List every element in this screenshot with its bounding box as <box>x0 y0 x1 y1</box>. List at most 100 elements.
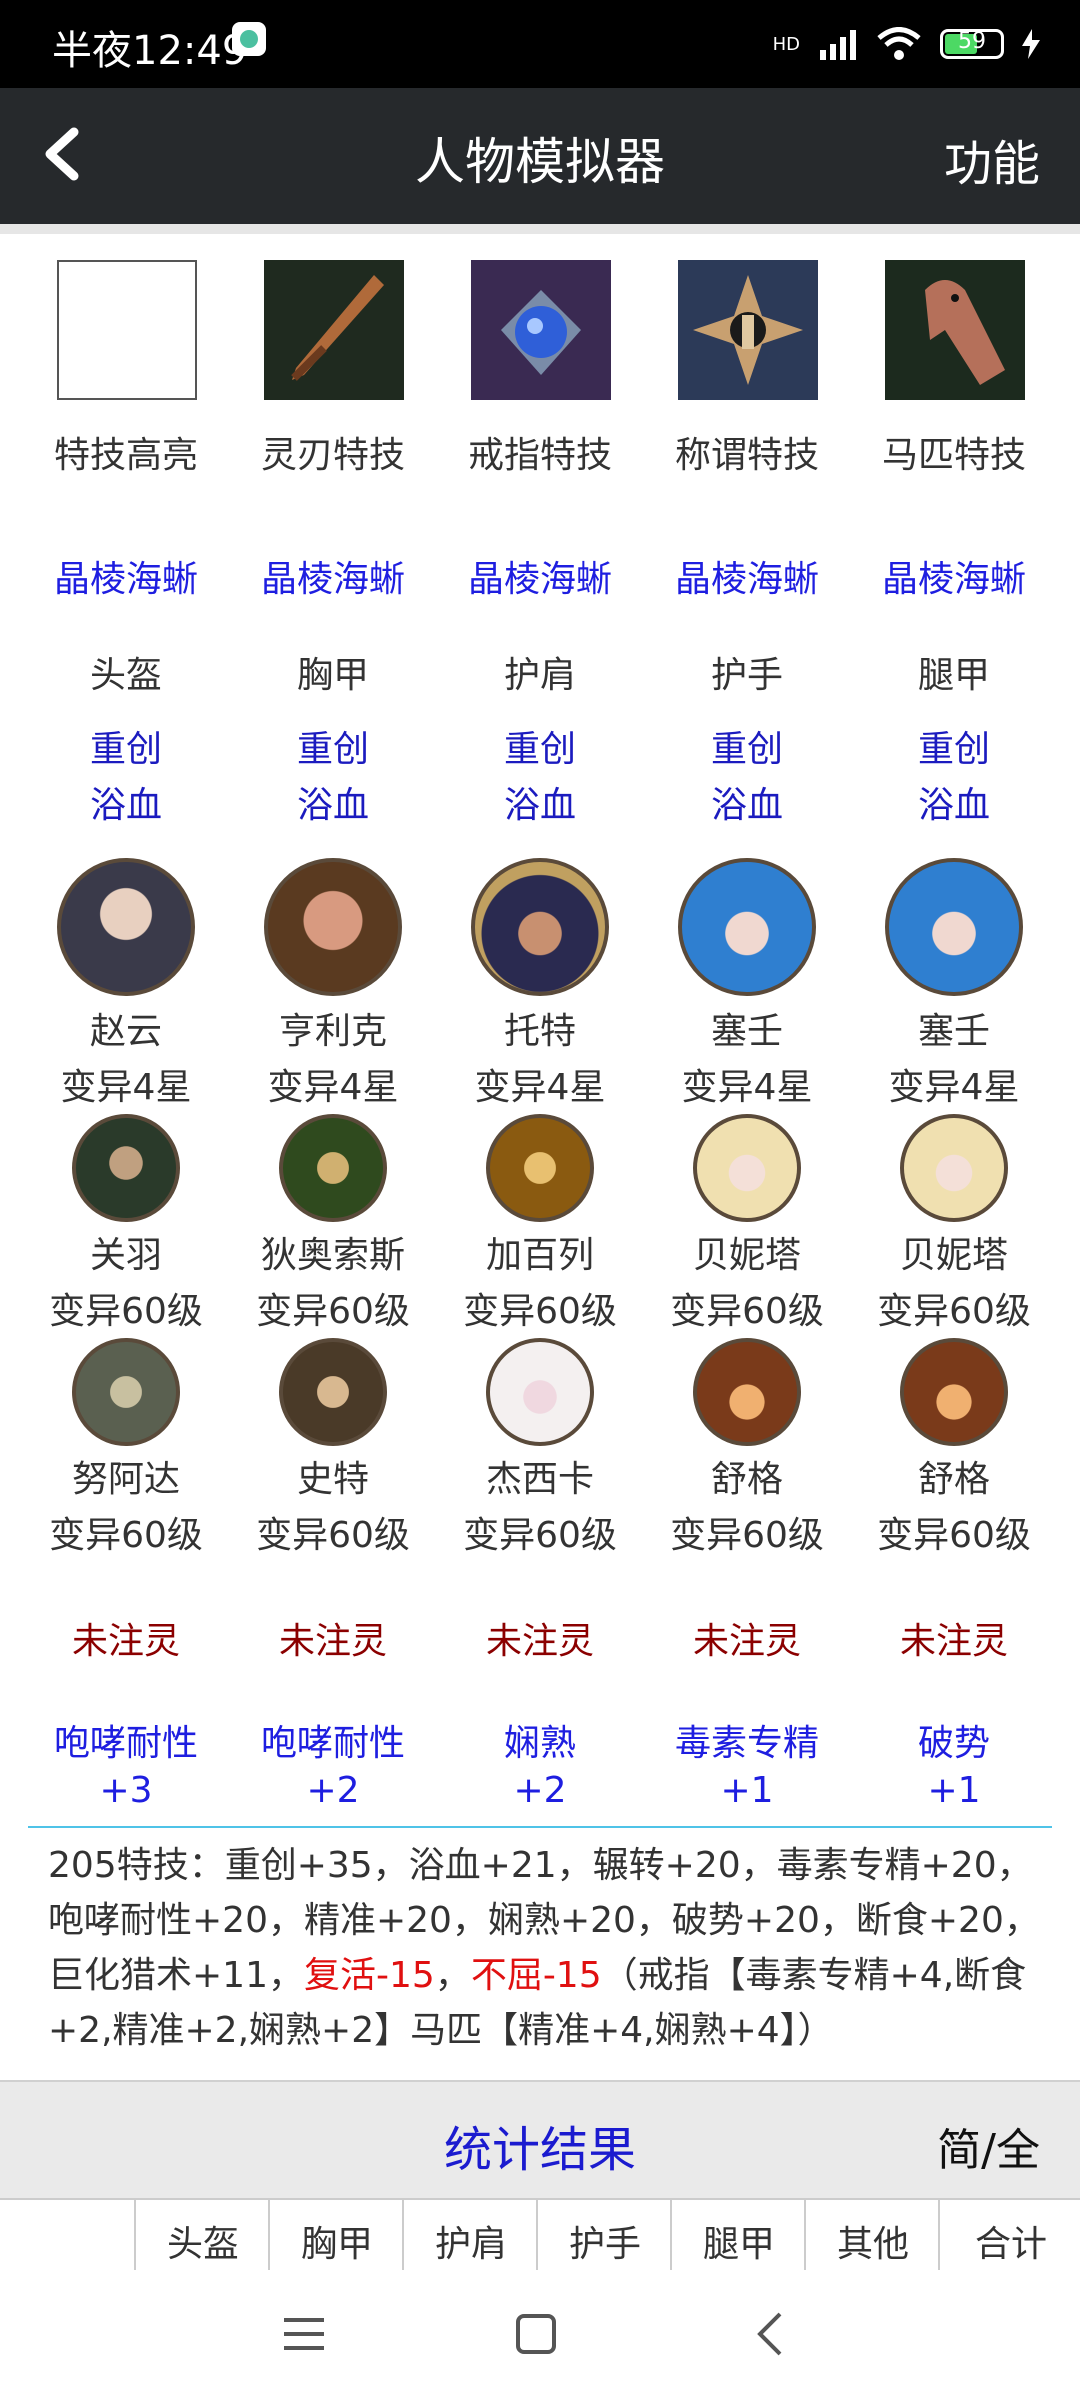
stats-title: 统计结果 <box>443 2122 636 2178</box>
back-icon[interactable] <box>752 2310 788 2358</box>
bonus-skill-name[interactable]: 咆哮耐性 <box>233 1714 433 1766</box>
hero-level: 变异60级 <box>463 1291 617 1332</box>
spirit-status[interactable]: 未注灵 <box>26 1612 226 1664</box>
hero-level: 变异60级 <box>463 1515 617 1556</box>
hero-name: 狄奥索斯 <box>260 1235 405 1276</box>
hero-avatar[interactable] <box>486 1114 594 1222</box>
bonus-skill-name[interactable]: 毒素专精 <box>647 1714 847 1766</box>
armor-skill-link[interactable]: 重创 <box>647 720 847 772</box>
hero-name: 加百列 <box>485 1235 594 1276</box>
armor-skill-link[interactable]: 浴血 <box>440 776 640 828</box>
app-notification-icon <box>232 22 266 56</box>
hero-name: 贝妮塔 <box>692 1235 801 1276</box>
hero-avatar[interactable] <box>72 1338 180 1446</box>
hero-level: 变异60级 <box>256 1291 410 1332</box>
function-menu-button[interactable]: 功能 <box>944 124 1040 194</box>
hero-name: 贝妮塔 <box>899 1235 1008 1276</box>
blade-icon[interactable] <box>264 260 404 400</box>
bonus-skill-name[interactable]: 娴熟 <box>440 1714 640 1766</box>
hero-name: 塞壬 <box>917 1011 990 1052</box>
bonus-value[interactable]: +1 <box>647 1770 847 1811</box>
armor-skill-link[interactable]: 浴血 <box>854 776 1054 828</box>
armor-skill-link[interactable]: 重创 <box>26 720 226 772</box>
hero-avatar[interactable] <box>279 1338 387 1446</box>
stats-table-header: 头盔 胸甲 护肩 护手 腿甲 其他 合计 <box>0 2198 1080 2272</box>
hero-level: 变异4星 <box>267 1067 399 1108</box>
home-icon[interactable] <box>514 2312 558 2356</box>
wifi-icon <box>877 27 921 60</box>
blank-slot[interactable] <box>57 260 197 400</box>
skill-label: 称谓特技 <box>674 435 819 476</box>
hero-level: 变异4星 <box>888 1067 1020 1108</box>
table-header-cell: 合计 <box>938 2200 1080 2272</box>
bonus-value[interactable]: +1 <box>854 1770 1054 1811</box>
hero-avatar[interactable] <box>264 858 402 996</box>
hero-name: 亨利克 <box>278 1011 387 1052</box>
hero-name: 赵云 <box>89 1011 162 1052</box>
charging-icon <box>1022 29 1040 59</box>
divider <box>0 224 1080 234</box>
hero-level: 变异4星 <box>474 1067 606 1108</box>
hero-avatar[interactable] <box>900 1114 1008 1222</box>
hero-avatar[interactable] <box>72 1114 180 1222</box>
hero-avatar[interactable] <box>471 858 609 996</box>
armor-skill-link[interactable]: 浴血 <box>233 776 433 828</box>
hero-level: 变异60级 <box>877 1515 1031 1556</box>
simple-full-toggle[interactable]: 简/全 <box>937 2114 1040 2178</box>
skill-label: 戒指特技 <box>467 435 612 476</box>
spirit-status[interactable]: 未注灵 <box>440 1612 640 1664</box>
bonus-skill-name[interactable]: 破势 <box>854 1714 1054 1766</box>
hero-avatar[interactable] <box>693 1338 801 1446</box>
hero-level: 变异4星 <box>60 1067 192 1108</box>
summary-separator: ， <box>434 1955 471 1996</box>
hero-avatar[interactable] <box>693 1114 801 1222</box>
bonus-value[interactable]: +3 <box>26 1770 226 1811</box>
title-bar: 人物模拟器 功能 <box>0 88 1080 224</box>
skill-name-link[interactable]: 晶棱海蜥 <box>233 550 433 602</box>
horse-icon[interactable] <box>885 260 1025 400</box>
armor-skill-link[interactable]: 重创 <box>233 720 433 772</box>
hero-avatar[interactable] <box>279 1114 387 1222</box>
title-emblem-icon[interactable] <box>678 260 818 400</box>
armor-slot-label: 头盔 <box>89 655 162 696</box>
skill-label: 马匹特技 <box>881 435 1026 476</box>
skill-name-link[interactable]: 晶棱海蜥 <box>647 550 847 602</box>
summary-penalty: 复活-15 <box>303 1955 435 1996</box>
system-nav-bar <box>0 2270 1080 2400</box>
hero-name: 舒格 <box>710 1459 783 1500</box>
spirit-status[interactable]: 未注灵 <box>647 1612 847 1664</box>
skill-label: 灵刃特技 <box>260 435 405 476</box>
menu-icon[interactable] <box>282 2314 326 2354</box>
bonus-value[interactable]: +2 <box>233 1770 433 1811</box>
armor-skill-link[interactable]: 重创 <box>854 720 1054 772</box>
skill-summary: 205特技：重创+35，浴血+21，辗转+20，毒素专精+20，咆哮耐性+20，… <box>48 1838 1048 2058</box>
hero-avatar[interactable] <box>486 1338 594 1446</box>
bonus-skill-name[interactable]: 咆哮耐性 <box>26 1714 226 1766</box>
table-header-cell: 头盔 <box>134 2200 270 2272</box>
hero-level: 变异4星 <box>681 1067 813 1108</box>
skill-name-link[interactable]: 晶棱海蜥 <box>26 550 226 602</box>
table-header-cell: 胸甲 <box>268 2200 404 2272</box>
armor-skill-link[interactable]: 浴血 <box>647 776 847 828</box>
hero-name: 塞壬 <box>710 1011 783 1052</box>
skill-name-link[interactable]: 晶棱海蜥 <box>854 550 1054 602</box>
skill-name-link[interactable]: 晶棱海蜥 <box>440 550 640 602</box>
ring-icon[interactable] <box>471 260 611 400</box>
table-header-cell: 护肩 <box>402 2200 538 2272</box>
bonus-value[interactable]: +2 <box>440 1770 640 1811</box>
status-icons: HD 59 <box>773 24 1040 64</box>
table-header-cell: 护手 <box>536 2200 672 2272</box>
status-bar: 半夜12:49 HD 59 <box>0 0 1080 88</box>
armor-skill-link[interactable]: 重创 <box>440 720 640 772</box>
hero-avatar[interactable] <box>57 858 195 996</box>
armor-slot-label: 腿甲 <box>917 655 990 696</box>
hero-avatar[interactable] <box>885 858 1023 996</box>
hero-avatar[interactable] <box>900 1338 1008 1446</box>
signal-icon <box>820 30 856 60</box>
spirit-status[interactable]: 未注灵 <box>233 1612 433 1664</box>
hero-level: 变异60级 <box>877 1291 1031 1332</box>
armor-slot-label: 胸甲 <box>296 655 369 696</box>
hero-avatar[interactable] <box>678 858 816 996</box>
armor-skill-link[interactable]: 浴血 <box>26 776 226 828</box>
spirit-status[interactable]: 未注灵 <box>854 1612 1054 1664</box>
